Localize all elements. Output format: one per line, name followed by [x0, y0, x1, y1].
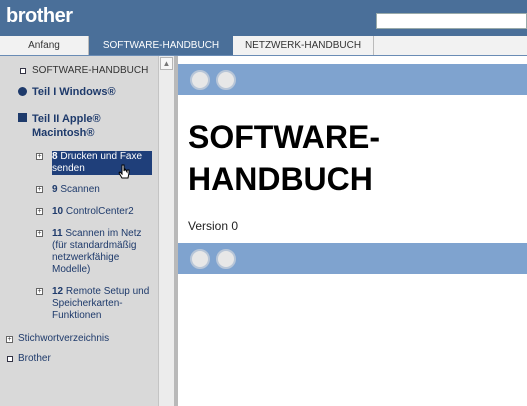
sidebar-teil1[interactable]: Teil I Windows®: [32, 86, 152, 98]
frame-divider[interactable]: [174, 56, 178, 406]
nav-band-top: [178, 64, 527, 95]
print-icon[interactable]: [216, 249, 236, 269]
sidebar-root[interactable]: SOFTWARE-HANDBUCH: [32, 65, 148, 77]
sidebar-item-scannen-netz[interactable]: 11 Scannen im Netz (für standardmäßig ne…: [52, 228, 152, 276]
arrow-right-icon: [18, 87, 27, 96]
home-icon[interactable]: [190, 249, 210, 269]
tab-bar: Anfang SOFTWARE-HANDBUCH NETZWERK-HANDBU…: [0, 36, 527, 56]
expand-plus-icon[interactable]: +: [36, 208, 43, 215]
tab-anfang[interactable]: Anfang: [0, 36, 89, 55]
expand-plus-icon[interactable]: +: [36, 186, 43, 193]
nav-band-bottom: [178, 243, 527, 274]
header-bar: brother: [0, 0, 527, 36]
page-icon: [7, 356, 13, 362]
hand-cursor-icon: [118, 164, 130, 179]
version-label: Version 0: [188, 219, 239, 233]
sidebar-item-scannen[interactable]: 9 Scannen: [52, 184, 100, 196]
expand-plus-icon[interactable]: +: [36, 153, 43, 160]
expand-plus-icon[interactable]: +: [36, 230, 43, 237]
search-input[interactable]: [376, 13, 527, 29]
page-title: SOFTWARE-HANDBUCH: [188, 119, 380, 197]
page-icon: [20, 68, 26, 74]
home-icon[interactable]: [190, 70, 210, 90]
sidebar-item-drucken[interactable]: 8 Drucken und Faxe senden: [52, 151, 152, 175]
book-icon: [18, 113, 27, 122]
expand-plus-icon[interactable]: +: [36, 288, 43, 295]
sidebar-item-remote-setup[interactable]: 12 Remote Setup und Speicherkarten-Funkt…: [52, 286, 158, 322]
brother-logo: brother: [6, 5, 73, 27]
tab-netzwerk-handbuch[interactable]: NETZWERK-HANDBUCH: [233, 36, 374, 55]
sidebar-item-brother[interactable]: Brother: [18, 353, 51, 365]
sidebar-item-controlcenter[interactable]: 10 ControlCenter2: [52, 206, 134, 218]
sidebar-item-index[interactable]: Stichwortverzeichnis: [18, 333, 109, 345]
tab-software-handbuch[interactable]: SOFTWARE-HANDBUCH: [89, 36, 233, 55]
sidebar-teil2[interactable]: Teil II Apple® Macintosh®: [32, 112, 144, 140]
expand-plus-icon[interactable]: +: [6, 336, 13, 343]
scroll-up-icon[interactable]: ▲: [160, 57, 173, 70]
print-icon[interactable]: [216, 70, 236, 90]
sidebar-scrollbar[interactable]: ▲: [158, 56, 174, 406]
